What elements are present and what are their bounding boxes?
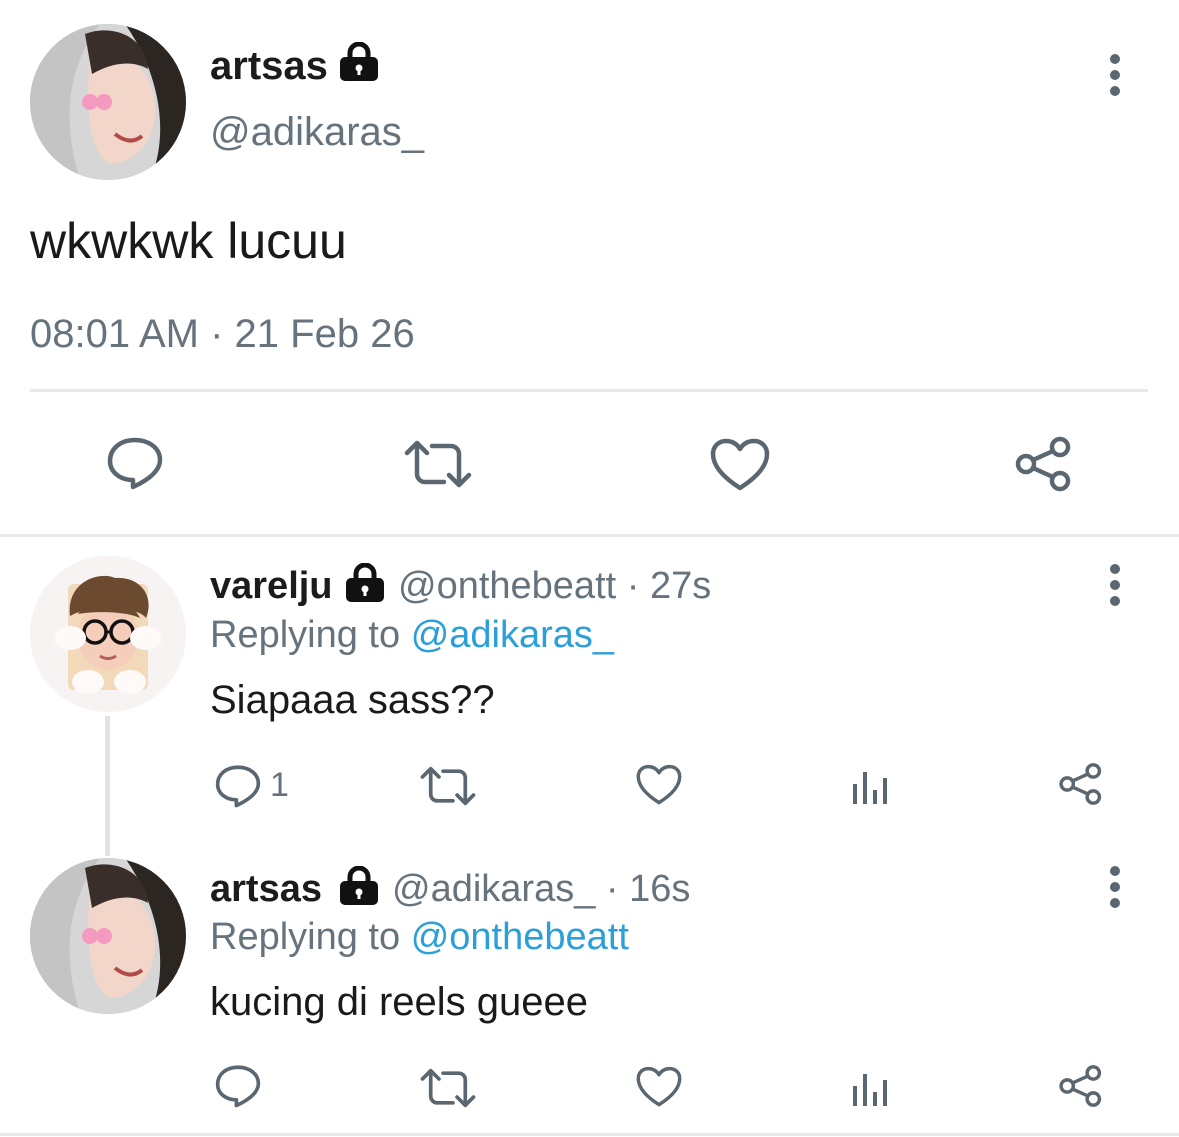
author-name[interactable]: varelju (210, 565, 333, 608)
reply-text: Siapaaa sass?? (210, 678, 495, 722)
lock-icon (338, 42, 380, 82)
replying-to: Replying to @onthebeatt (210, 916, 629, 959)
avatar[interactable] (30, 858, 186, 1014)
retweet-icon[interactable] (420, 766, 476, 806)
more-options-icon[interactable] (1100, 564, 1130, 608)
more-options-icon[interactable] (1100, 866, 1130, 910)
reply-icon[interactable] (214, 1064, 262, 1108)
author-name[interactable]: artsas (210, 868, 322, 911)
replying-to: Replying to @adikaras_ (210, 614, 614, 657)
reply-text: kucing di reels gueee (210, 980, 589, 1024)
retweet-icon[interactable] (420, 1068, 476, 1108)
author-handle[interactable]: @onthebeatt (398, 565, 616, 607)
tweet-text: wkwkwk lucuu (30, 213, 347, 269)
author-handle[interactable]: @adikaras_ (210, 110, 424, 155)
avatar[interactable] (30, 24, 186, 180)
reply-icon[interactable] (214, 764, 262, 808)
lock-icon (338, 866, 380, 906)
share-icon[interactable] (1014, 436, 1074, 492)
analytics-icon[interactable] (850, 766, 890, 806)
share-icon[interactable] (1058, 762, 1104, 806)
author-handle[interactable]: @adikaras_ (392, 868, 595, 910)
divider (0, 1133, 1179, 1136)
share-icon[interactable] (1058, 1064, 1104, 1108)
reply-count: 1 (270, 766, 289, 804)
like-icon[interactable] (636, 764, 682, 806)
relative-time: · 16s (605, 868, 691, 910)
thread-line (105, 716, 110, 856)
like-icon[interactable] (710, 438, 770, 492)
more-options-icon[interactable] (1100, 54, 1130, 98)
like-icon[interactable] (636, 1066, 682, 1108)
replying-to-handle[interactable]: @onthebeatt (411, 916, 629, 958)
lock-icon (344, 563, 386, 603)
analytics-icon[interactable] (850, 1068, 890, 1108)
relative-time: · 27s (626, 565, 712, 607)
replying-to-label: Replying to (210, 614, 401, 656)
author-name[interactable]: artsas (210, 44, 328, 89)
replying-to-handle[interactable]: @adikaras_ (411, 614, 614, 656)
retweet-icon[interactable] (404, 440, 472, 488)
divider (30, 389, 1148, 392)
replying-to-label: Replying to (210, 916, 401, 958)
tweet-timestamp: 08:01 AM · 21 Feb 26 (30, 312, 415, 356)
reply-icon[interactable] (106, 436, 164, 490)
reply-meta: @adikaras_ · 16s (392, 868, 690, 911)
reply-meta: @onthebeatt · 27s (398, 565, 711, 608)
avatar[interactable] (30, 556, 186, 712)
divider (0, 534, 1179, 537)
